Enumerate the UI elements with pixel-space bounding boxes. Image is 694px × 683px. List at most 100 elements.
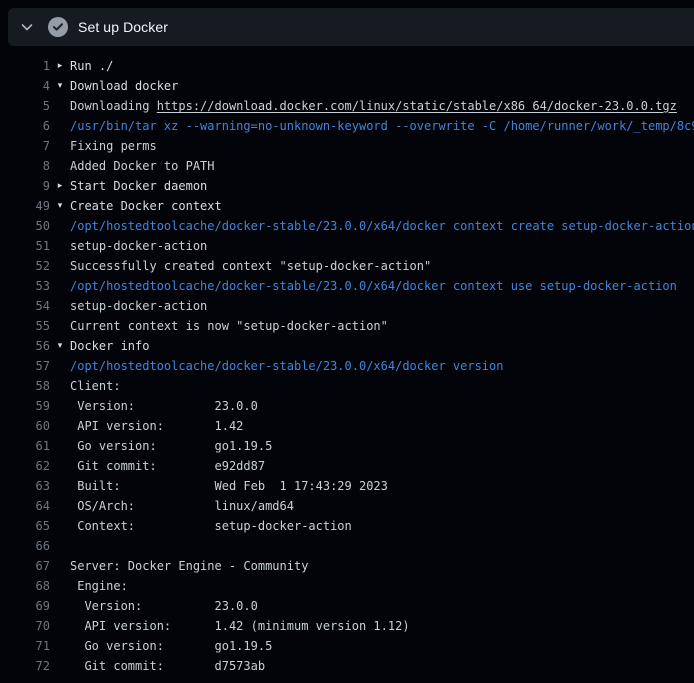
log-line: 61 Go version: go1.19.5	[0, 436, 694, 456]
group-collapsed-icon: ▸	[50, 176, 70, 196]
log-line: 7 Fixing perms	[0, 136, 694, 156]
log-text: Added Docker to PATH	[70, 156, 215, 176]
marker-spacer	[50, 136, 70, 156]
group-collapsed-icon: ▸	[50, 56, 70, 76]
marker-spacer	[50, 216, 70, 236]
log-text: Current context is now "setup-docker-act…	[70, 316, 388, 336]
log-line: 62 Git commit: e92dd87	[0, 456, 694, 476]
line-number[interactable]: 9	[0, 176, 50, 196]
line-number[interactable]: 5	[0, 96, 50, 116]
marker-spacer	[50, 116, 70, 136]
log-line: 59 Version: 23.0.0	[0, 396, 694, 416]
marker-spacer	[50, 616, 70, 636]
line-number[interactable]: 8	[0, 156, 50, 176]
log-line: 57/opt/hostedtoolcache/docker-stable/23.…	[0, 356, 694, 376]
log-line: 64 OS/Arch: linux/amd64	[0, 496, 694, 516]
line-number[interactable]: 64	[0, 496, 50, 516]
log-text: Go version: go1.19.5	[70, 636, 272, 656]
log-text: setup-docker-action	[70, 296, 207, 316]
line-number[interactable]: 55	[0, 316, 50, 336]
log-line: 71 Go version: go1.19.5	[0, 636, 694, 656]
chevron-down-icon[interactable]	[19, 19, 35, 35]
check-circle-icon	[48, 17, 68, 37]
log-line: 68 Engine:	[0, 576, 694, 596]
log-line: 5Downloading https://download.docker.com…	[0, 96, 694, 116]
line-number[interactable]: 4	[0, 76, 50, 96]
log-text: Version: 23.0.0	[70, 596, 258, 616]
log-line: 8 Added Docker to PATH	[0, 156, 694, 176]
marker-spacer	[50, 656, 70, 676]
log-text: OS/Arch: linux/amd64	[70, 496, 294, 516]
line-number[interactable]: 66	[0, 536, 50, 556]
log-line: 70 API version: 1.42 (minimum version 1.…	[0, 616, 694, 636]
line-number[interactable]: 54	[0, 296, 50, 316]
line-number[interactable]: 7	[0, 136, 50, 156]
marker-spacer	[50, 536, 70, 556]
line-number[interactable]: 49	[0, 196, 50, 216]
line-number[interactable]: 58	[0, 376, 50, 396]
marker-spacer	[50, 236, 70, 256]
log-text: Create Docker context	[70, 196, 222, 216]
log-text: Built: Wed Feb 1 17:43:29 2023	[70, 476, 388, 496]
log-line: 63 Built: Wed Feb 1 17:43:29 2023	[0, 476, 694, 496]
group-expanded-icon: ▾	[50, 76, 70, 96]
line-number[interactable]: 65	[0, 516, 50, 536]
line-number[interactable]: 61	[0, 436, 50, 456]
line-number[interactable]: 69	[0, 596, 50, 616]
line-number[interactable]: 1	[0, 56, 50, 76]
log-text: Fixing perms	[70, 136, 157, 156]
log-text: /opt/hostedtoolcache/docker-stable/23.0.…	[70, 276, 677, 296]
line-number[interactable]: 67	[0, 556, 50, 576]
log-line: 51setup-docker-action	[0, 236, 694, 256]
line-number[interactable]: 72	[0, 656, 50, 676]
marker-spacer	[50, 596, 70, 616]
log-text: Download docker	[70, 76, 178, 96]
log-line: 67Server: Docker Engine - Community	[0, 556, 694, 576]
line-number[interactable]: 59	[0, 396, 50, 416]
log-link[interactable]: https://download.docker.com/linux/static…	[157, 99, 677, 113]
marker-spacer	[50, 416, 70, 436]
log-line: 58Client:	[0, 376, 694, 396]
log-line[interactable]: 49▾Create Docker context	[0, 196, 694, 216]
log-lines: 1▸Run ./4▾Download docker5Downloading ht…	[0, 56, 694, 676]
log-line[interactable]: 4▾Download docker	[0, 76, 694, 96]
marker-spacer	[50, 516, 70, 536]
line-number[interactable]: 6	[0, 116, 50, 136]
log-line: 54 setup-docker-action	[0, 296, 694, 316]
step-header[interactable]: Set up Docker	[8, 8, 694, 46]
log-line[interactable]: 9▸Start Docker daemon	[0, 176, 694, 196]
marker-spacer	[50, 96, 70, 116]
marker-spacer	[50, 296, 70, 316]
log-line: 50/opt/hostedtoolcache/docker-stable/23.…	[0, 216, 694, 236]
log-line: 65 Context: setup-docker-action	[0, 516, 694, 536]
marker-spacer	[50, 376, 70, 396]
log-line: 53/opt/hostedtoolcache/docker-stable/23.…	[0, 276, 694, 296]
marker-spacer	[50, 576, 70, 596]
log-line[interactable]: 56▾Docker info	[0, 336, 694, 356]
log-text: Run ./	[70, 56, 113, 76]
marker-spacer	[50, 396, 70, 416]
marker-spacer	[50, 256, 70, 276]
line-number[interactable]: 51	[0, 236, 50, 256]
line-number[interactable]: 57	[0, 356, 50, 376]
line-number[interactable]: 71	[0, 636, 50, 656]
line-number[interactable]: 63	[0, 476, 50, 496]
log-text: /opt/hostedtoolcache/docker-stable/23.0.…	[70, 216, 694, 236]
line-number[interactable]: 68	[0, 576, 50, 596]
log-line[interactable]: 1▸Run ./	[0, 56, 694, 76]
log-line: 60 API version: 1.42	[0, 416, 694, 436]
line-number[interactable]: 70	[0, 616, 50, 636]
line-number[interactable]: 60	[0, 416, 50, 436]
line-number[interactable]: 62	[0, 456, 50, 476]
line-number[interactable]: 50	[0, 216, 50, 236]
log-line: 72 Git commit: d7573ab	[0, 656, 694, 676]
line-number[interactable]: 56	[0, 336, 50, 356]
log-text: Git commit: e92dd87	[70, 456, 265, 476]
line-number[interactable]: 53	[0, 276, 50, 296]
group-expanded-icon: ▾	[50, 336, 70, 356]
marker-spacer	[50, 456, 70, 476]
log-line: 55 Current context is now "setup-docker-a…	[0, 316, 694, 336]
marker-spacer	[50, 496, 70, 516]
line-number[interactable]: 52	[0, 256, 50, 276]
marker-spacer	[50, 476, 70, 496]
